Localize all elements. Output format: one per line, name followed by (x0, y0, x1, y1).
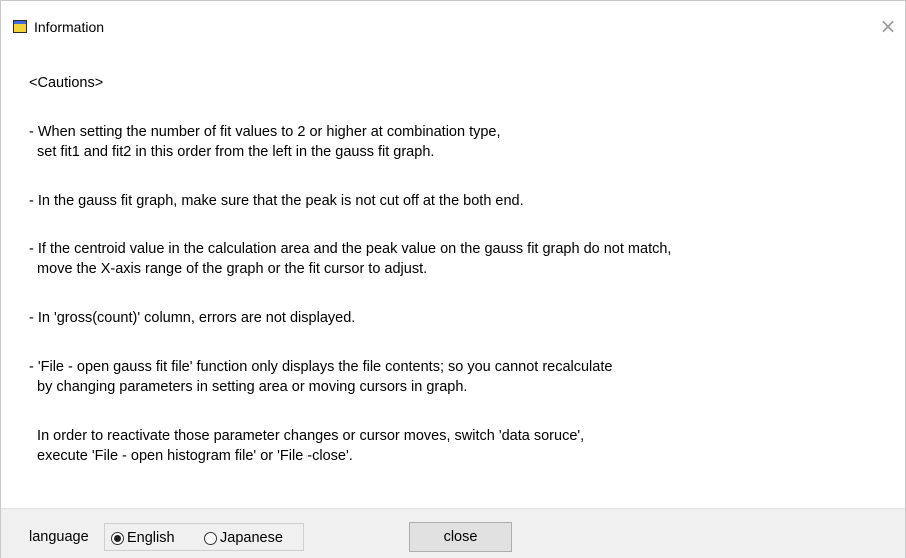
caution-line: In order to reactivate those parameter c… (29, 428, 585, 444)
close-window-icon[interactable]: × (877, 15, 899, 37)
japanese-radio[interactable]: Japanese (204, 528, 283, 548)
radio-unchecked-icon (204, 531, 217, 545)
title-bar: Information × (1, 1, 905, 37)
caution-line: set fit1 and fit2 in this order from the… (29, 144, 435, 160)
caution-line: - If the centroid value in the calculati… (29, 241, 672, 257)
japanese-radio-label: Japanese (220, 530, 283, 546)
caution-line: - When setting the number of fit values … (29, 124, 501, 140)
language-label: language (29, 529, 89, 545)
app-window-icon (13, 20, 27, 33)
window-title: Information (34, 19, 105, 35)
close-button[interactable]: close (409, 522, 512, 552)
caution-line: - 'File - open gauss fit file' function … (29, 359, 613, 375)
caution-line: move the X-axis range of the graph or th… (29, 261, 428, 277)
cautions-heading: <Cautions> (29, 75, 104, 91)
caution-line: - In 'gross(count)' column, errors are n… (29, 310, 356, 326)
cautions-content: <Cautions> - When setting the number of … (1, 37, 905, 515)
caution-line: by changing parameters in setting area o… (29, 379, 468, 395)
radio-checked-icon (111, 531, 124, 545)
caution-line: execute 'File - open histogram file' or … (29, 448, 353, 464)
information-dialog: Information × <Cautions> - When setting … (0, 0, 906, 558)
caution-line: - In the gauss fit graph, make sure that… (29, 193, 524, 209)
dialog-footer: language English Japanese close (1, 508, 905, 558)
english-radio-label: English (127, 530, 175, 546)
language-radio-group: English Japanese (104, 523, 304, 551)
english-radio[interactable]: English (111, 528, 175, 548)
